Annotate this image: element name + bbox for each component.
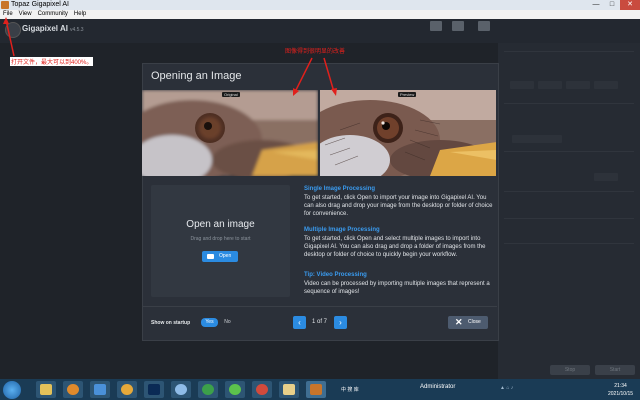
preview-image: Preview: [320, 90, 496, 176]
maximize-button[interactable]: □: [604, 0, 620, 10]
dialog-title: Opening an Image: [151, 70, 242, 82]
tray-clock[interactable]: 21:34 2021/10/15: [608, 382, 633, 398]
section-body: To get started, click Open and select mu…: [304, 236, 486, 258]
minimize-button[interactable]: —: [588, 0, 604, 10]
tray-user[interactable]: Administrator: [420, 384, 455, 390]
window-title: Topaz Gigapixel AI: [11, 1, 69, 8]
stop-button[interactable]: Stop: [550, 365, 590, 375]
taskbar-app-paint[interactable]: [117, 381, 137, 398]
taskbar-app-browser[interactable]: [252, 381, 272, 398]
taskbar-app-files[interactable]: [36, 381, 56, 398]
clock-time: 21:34: [614, 383, 627, 389]
taskbar-app-gigapixel[interactable]: [306, 381, 326, 398]
setting-field[interactable]: [594, 173, 618, 181]
scale-option[interactable]: [594, 81, 618, 89]
original-image: Original: [142, 90, 318, 176]
bird-photo-preview: [320, 90, 496, 176]
close-button-label: Close: [468, 319, 481, 325]
chat-icon[interactable]: [478, 21, 490, 31]
taskbar-app-explorer[interactable]: [279, 381, 299, 398]
close-dialog-button[interactable]: ✕ Close: [448, 316, 488, 329]
close-window-button[interactable]: ✕: [620, 0, 640, 10]
folder-icon: [207, 254, 214, 259]
taskbar-app-search[interactable]: [63, 381, 83, 398]
start-menu-button[interactable]: [3, 381, 21, 399]
taskbar-app-network[interactable]: [171, 381, 191, 398]
annotation-open-file: 打开文件，最大可以到400%。: [10, 57, 94, 66]
menu-bar: File View Community Help: [0, 10, 640, 19]
toggle-no[interactable]: No: [220, 318, 235, 327]
section-heading: Single Image Processing: [304, 186, 376, 192]
show-on-startup-label: Show on startup: [151, 320, 191, 326]
bird-photo-original: [142, 90, 318, 176]
app-icon: [1, 1, 9, 9]
scale-option[interactable]: [510, 81, 534, 89]
compare-view-icon[interactable]: [452, 21, 464, 31]
show-on-startup-toggle[interactable]: Yes No: [201, 318, 235, 327]
app-title: Gigapixel AI v4.5.3: [22, 24, 84, 33]
window-title-bar: Topaz Gigapixel AI — □ ✕: [0, 0, 640, 10]
app-version: v4.5.3: [69, 27, 84, 33]
taskbar-app-photoshop[interactable]: [144, 381, 164, 398]
section-heading: Tip: Video Processing: [304, 272, 367, 278]
before-after-comparison: Original Preview: [142, 90, 497, 176]
original-tag: Original: [222, 92, 240, 97]
section-heading: Multiple Image Processing: [304, 227, 380, 233]
tray-language[interactable]: 中 搜 库: [341, 386, 359, 393]
open-folder-icon[interactable]: [430, 21, 442, 31]
prev-page-button[interactable]: ‹: [293, 316, 306, 329]
model-option[interactable]: [512, 135, 562, 143]
section-body: To get started, click Open to import you…: [304, 195, 493, 217]
taskbar-app-arrow[interactable]: [90, 381, 110, 398]
dialog-divider: [142, 306, 497, 307]
preview-tag: Preview: [398, 92, 417, 97]
start-button[interactable]: Start: [595, 365, 635, 375]
app-header: [0, 19, 640, 43]
section-body: Video can be processed by importing mult…: [304, 281, 490, 295]
close-icon: ✕: [455, 317, 463, 327]
page-indicator: 1 of 7: [312, 319, 328, 325]
scale-option[interactable]: [566, 81, 590, 89]
next-page-button[interactable]: ›: [334, 316, 347, 329]
annotation-improvement: 图像得到很明显的改善: [285, 46, 346, 55]
toggle-yes[interactable]: Yes: [201, 318, 218, 327]
app-logo: [5, 22, 21, 38]
scale-option[interactable]: [538, 81, 562, 89]
tray-icons[interactable]: ▲ ⌂ ♪: [500, 385, 513, 391]
app-name: Gigapixel AI: [22, 24, 68, 33]
menu-community[interactable]: Community: [35, 10, 71, 19]
clock-date: 2021/10/15: [608, 391, 634, 397]
menu-help[interactable]: Help: [71, 10, 89, 19]
dropzone-title: Open an image: [186, 219, 255, 230]
open-button[interactable]: Open: [202, 251, 238, 262]
taskbar-app-wechat[interactable]: [225, 381, 245, 398]
settings-panel: [498, 43, 640, 379]
taskbar-app-chrome[interactable]: [198, 381, 218, 398]
open-button-label: Open: [219, 253, 232, 259]
dropzone-subtitle: Drag and drop here to start: [190, 236, 251, 242]
menu-view[interactable]: View: [16, 10, 35, 19]
menu-file[interactable]: File: [0, 10, 16, 19]
